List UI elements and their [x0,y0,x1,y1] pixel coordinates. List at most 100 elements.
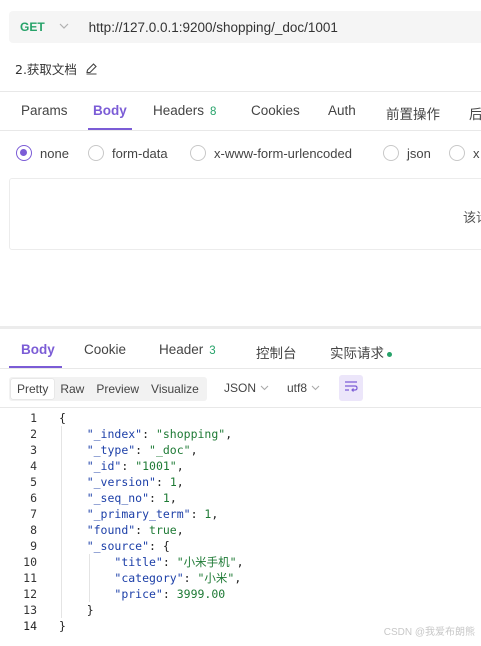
code-line: 7 "_primary_term": 1, [0,506,481,522]
tab-headers[interactable]: Headers 8 [153,103,216,118]
response-header-count: 3 [209,345,216,357]
response-tab-header[interactable]: Header 3 [159,342,216,357]
code-line: 8 "found": true, [0,522,481,538]
request-body-panel: 该请 [9,178,481,250]
line-number: 3 [30,443,37,457]
radio-json[interactable]: json [383,145,431,161]
watermark: CSDN @我爱布朗熊 [383,627,475,638]
line-number: 9 [30,539,37,553]
code-line: 6 "_seq_no": 1, [0,490,481,506]
code-text: { [59,411,66,425]
radio-xml[interactable]: x [449,145,480,161]
code-text: "_index": "shopping", [86,427,233,441]
tab-cookies[interactable]: Cookies [251,103,300,118]
chevron-down-icon [260,383,269,393]
code-text: } [59,603,94,617]
code-line: 11 "category": "小米", [0,570,481,586]
line-number: 14 [23,619,37,633]
request-name: 2.获取文档 [15,59,98,78]
response-tab-cookie[interactable]: Cookie [84,342,126,357]
radio-selected-icon[interactable] [16,145,32,161]
radio-none-label: none [40,145,69,161]
response-tab-body[interactable]: Body [21,342,55,357]
code-line: 4 "_id": "1001", [0,458,481,474]
method-select[interactable]: GET [20,20,45,34]
encoding-select[interactable]: utf8 [287,381,320,395]
radio-none[interactable]: none [16,145,69,161]
line-number: 11 [23,571,37,585]
code-text: "_seq_no": 1, [86,491,177,505]
tab-auth[interactable]: Auth [328,103,356,118]
tab-post-ops[interactable]: 后 [469,103,481,123]
line-number: 12 [23,587,37,601]
code-line: 1{ [0,410,481,426]
response-tab-header-label: Header [159,342,204,357]
tab-body[interactable]: Body [93,103,127,118]
chevron-down-icon[interactable] [59,22,69,33]
tab-pre-ops[interactable]: 前置操作 [386,103,440,123]
line-number: 2 [30,427,37,441]
line-number: 7 [30,507,37,521]
format-preview-button[interactable]: Preview [90,379,145,399]
url-bar[interactable]: GET http://127.0.0.1:9200/shopping/_doc/… [9,11,481,43]
tab-params[interactable]: Params [21,103,68,118]
divider [0,130,481,131]
code-line: 9 "_source": { [0,538,481,554]
code-line: 13 } [0,602,481,618]
indent-guide [89,554,90,602]
line-number: 4 [30,459,37,473]
response-tab-console[interactable]: 控制台 [256,342,297,362]
radio-icon[interactable] [88,145,104,161]
headers-count: 8 [210,106,217,118]
radio-urlencoded[interactable]: x-www-form-urlencoded [190,145,352,161]
word-wrap-icon [344,380,358,396]
response-tab-actual-request-label: 实际请求 [330,346,384,361]
response-type-value: JSON [224,381,257,395]
response-toolbar: Pretty Raw Preview Visualize JSON utf8 [9,375,363,401]
radio-json-label: json [407,145,431,161]
edit-icon[interactable] [85,62,98,75]
line-number: 6 [30,491,37,505]
line-number: 10 [23,555,37,569]
encoding-value: utf8 [287,381,308,395]
request-name-label: 2.获取文档 [15,62,77,77]
tab-headers-label: Headers [153,103,205,118]
code-text: "_source": { [86,539,170,553]
empty-body-hint: 该请 [463,211,481,226]
radio-icon[interactable] [383,145,399,161]
request-tabs: Params Body Headers 8 Cookies Auth 前置操作 后 [0,94,481,130]
code-line: 2 "_index": "shopping", [0,426,481,442]
divider [0,368,481,369]
code-text: } [59,619,66,633]
code-line: 12 "price": 3999.00 [0,586,481,602]
response-type-select[interactable]: JSON [224,381,269,395]
radio-icon[interactable] [449,145,465,161]
divider [0,91,481,92]
radio-form-data-label: form-data [112,145,168,161]
code-text: "found": true, [86,523,184,537]
panel-splitter[interactable] [0,326,481,329]
code-line: 5 "_version": 1, [0,474,481,490]
format-raw-button[interactable]: Raw [54,379,90,399]
url-input[interactable]: http://127.0.0.1:9200/shopping/_doc/1001 [89,20,338,35]
format-pretty-button[interactable]: Pretty [11,379,55,399]
divider [0,407,481,408]
code-text: "title": "小米手机", [114,555,244,569]
line-number: 13 [23,603,37,617]
format-visualize-button[interactable]: Visualize [145,379,205,399]
response-tabs: Body Cookie Header 3 控制台 实际请求 [0,340,481,366]
word-wrap-button[interactable] [339,375,363,401]
code-line: 3 "_type": "_doc", [0,442,481,458]
radio-form-data[interactable]: form-data [88,145,168,161]
radio-icon[interactable] [190,145,206,161]
code-text: "_id": "1001", [86,459,184,473]
code-text: "price": 3999.00 [114,587,226,601]
response-tab-actual-request[interactable]: 实际请求 [330,342,392,362]
code-line: 10 "title": "小米手机", [0,554,481,570]
format-toggle-group: Pretty Raw Preview Visualize [9,377,207,401]
line-number: 1 [30,411,37,425]
status-dot-icon [387,351,392,357]
body-type-group: none form-data x-www-form-urlencoded jso… [0,145,481,167]
chevron-down-icon [311,383,320,393]
code-text: "_primary_term": 1, [86,507,219,521]
